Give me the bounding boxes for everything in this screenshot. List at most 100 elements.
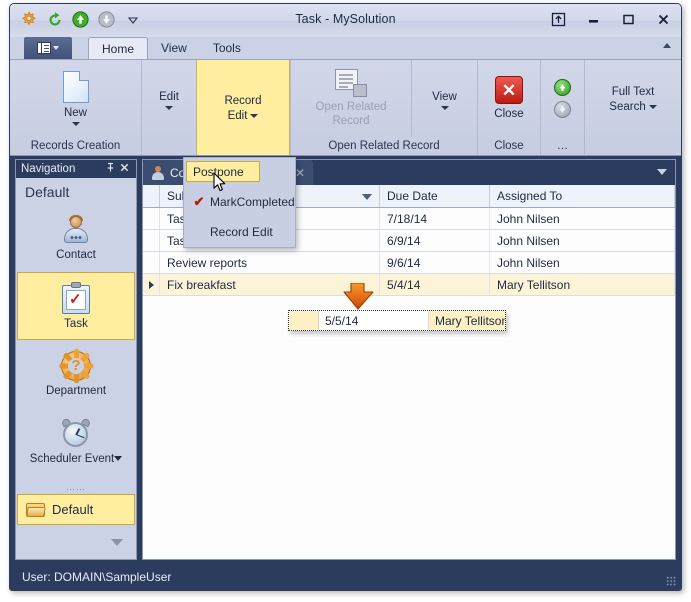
menu-item-mark-completed-label: MarkCompleted — [210, 194, 295, 209]
navigation-expand-button[interactable] — [16, 525, 136, 559]
ribbon-tab-view[interactable]: View — [148, 37, 200, 59]
ribbon-group-full-text-search-label — [585, 137, 681, 155]
full-text-search-button[interactable]: Full Text Search — [585, 60, 681, 137]
document-tab-menu-icon[interactable] — [657, 169, 667, 175]
close-record-button[interactable]: ✕ Close — [478, 60, 540, 137]
navigation-items: Contact ✓ Task ? Department Scheduler Ev… — [16, 204, 136, 485]
drag-cell-assigned-to: Mary Tellitson — [429, 311, 505, 330]
ribbon-group-full-text-search: Full Text Search — [585, 60, 681, 155]
row-indicator — [143, 208, 160, 229]
column-header-assigned-to-label: Assigned To — [497, 189, 563, 203]
edit-button-label: Edit — [159, 91, 179, 103]
chevron-down-icon[interactable] — [114, 456, 123, 461]
sidebar-item-department[interactable]: ? Department — [17, 340, 135, 408]
check-icon: ✔ — [193, 193, 205, 209]
close-record-button-label: Close — [494, 108, 524, 120]
drag-preview-row: 5/5/14 Mary Tellitson — [288, 310, 506, 331]
sidebar-item-scheduler-event[interactable]: Scheduler Event — [17, 408, 135, 476]
sidebar-item-department-label: Department — [45, 385, 107, 397]
cell-assigned-to: John Nilsen — [490, 230, 675, 251]
menu-item-record-edit-label: Record Edit — [210, 224, 273, 239]
demote-down-icon[interactable] — [554, 101, 571, 118]
sidebar-item-task-label: Task — [64, 318, 88, 330]
close-button[interactable] — [654, 10, 673, 29]
cell-due-date: 6/9/14 — [380, 230, 490, 251]
ribbon-group-open-related-record-label: Open Related Record — [328, 140, 440, 152]
collapse-ribbon-icon[interactable] — [663, 43, 671, 48]
new-document-icon — [62, 71, 89, 103]
open-related-record-label-line1: Open Related — [315, 101, 387, 113]
menu-item-mark-completed[interactable]: ✔ MarkCompleted — [184, 191, 295, 212]
table-row[interactable]: Review reports 9/6/14 John Nilsen — [143, 252, 675, 274]
navigation-splitter[interactable]: ⋯⋯ — [16, 484, 136, 494]
sidebar-item-contact[interactable]: Contact — [17, 204, 135, 272]
drop-target-arrow-icon — [342, 282, 376, 311]
status-bar-user-label: User: DOMAIN\SampleUser — [22, 569, 172, 584]
ribbon-tab-tools[interactable]: Tools — [200, 37, 254, 59]
chevron-down-icon — [250, 113, 259, 118]
contact-tab-icon — [151, 165, 165, 180]
open-related-record-button[interactable]: Open Related Record — [291, 60, 411, 137]
drag-cell-subject — [289, 311, 319, 330]
application-menu-button[interactable] — [24, 37, 72, 59]
column-header-due-date[interactable]: Due Date — [380, 185, 490, 207]
minimize-button[interactable] — [584, 10, 603, 29]
menu-spacer — [184, 182, 295, 191]
contact-icon — [61, 215, 91, 245]
department-icon: ? — [59, 349, 94, 383]
view-button[interactable]: View — [411, 60, 477, 137]
open-related-record-icon — [335, 69, 367, 97]
navigation-group-title: Default — [25, 184, 70, 200]
chevron-down-icon — [165, 106, 173, 110]
ribbon-tab-bar: Home View Tools — [10, 37, 681, 59]
edit-button[interactable]: Edit — [142, 60, 196, 137]
window-buttons — [549, 10, 673, 29]
context-menu: Postpone ✔ MarkCompleted Record Edit — [183, 157, 296, 248]
close-icon[interactable] — [117, 162, 131, 176]
column-header-due-date-label: Due Date — [387, 189, 438, 203]
sidebar-group-default[interactable]: Default — [17, 494, 135, 525]
promote-up-icon[interactable] — [554, 79, 571, 96]
navigation-caption-label: Navigation — [21, 163, 76, 175]
current-row-caret-icon — [148, 280, 154, 289]
new-button-label: New — [63, 107, 87, 119]
ribbon-tab-home[interactable]: Home — [88, 37, 149, 59]
column-header-assigned-to[interactable]: Assigned To — [490, 185, 675, 207]
drag-cell-due-date: 5/5/14 — [319, 311, 429, 330]
sort-descending-icon — [362, 194, 372, 200]
ribbon: New Records Creation Edit Record Edit Op… — [10, 59, 681, 156]
task-icon: ✓ — [62, 282, 90, 314]
resize-grip-icon[interactable] — [666, 576, 676, 586]
scheduler-event-icon — [60, 417, 92, 449]
chevron-down-icon — [111, 538, 123, 546]
new-button[interactable]: New — [10, 60, 141, 137]
menu-item-record-edit[interactable]: Record Edit — [184, 221, 295, 242]
close-record-icon: ✕ — [495, 76, 523, 104]
maximize-button[interactable] — [619, 10, 638, 29]
ribbon-group-records-creation: New Records Creation — [10, 60, 142, 155]
status-bar: User: DOMAIN\SampleUser — [10, 563, 681, 590]
sidebar-item-contact-label: Contact — [56, 249, 96, 261]
full-text-search-label-line1: Full Text — [611, 86, 655, 98]
full-text-search-label-line2: Search — [609, 101, 646, 113]
ribbon-tab-tools-label: Tools — [212, 41, 241, 55]
close-icon[interactable]: ✕ — [295, 166, 305, 180]
restore-tab-icon[interactable] — [549, 10, 568, 29]
ribbon-group-close-label: Close — [494, 140, 524, 152]
view-button-label: View — [432, 91, 457, 103]
ribbon-group-more-label: … — [556, 140, 569, 152]
ribbon-tabs: Home View Tools — [88, 37, 254, 59]
cell-assigned-to: John Nilsen — [490, 252, 675, 273]
navigation-pane: Navigation Default Contact ✓ Task ? Depa… — [15, 159, 137, 560]
sidebar-group-default-label: Default — [52, 502, 94, 517]
cell-due-date: 7/18/14 — [380, 208, 490, 229]
window-body: Navigation Default Contact ✓ Task ? Depa… — [10, 156, 681, 563]
table-row[interactable]: Fix breakfast 5/4/14 Mary Tellitson — [143, 274, 675, 296]
pin-icon[interactable] — [103, 162, 117, 176]
chevron-down-icon — [648, 104, 657, 109]
sidebar-item-task[interactable]: ✓ Task — [17, 272, 135, 340]
application-menu-icon — [37, 42, 51, 54]
chevron-down-icon — [53, 46, 59, 50]
menu-spacer — [184, 212, 295, 221]
ribbon-tab-home-label: Home — [102, 41, 135, 56]
